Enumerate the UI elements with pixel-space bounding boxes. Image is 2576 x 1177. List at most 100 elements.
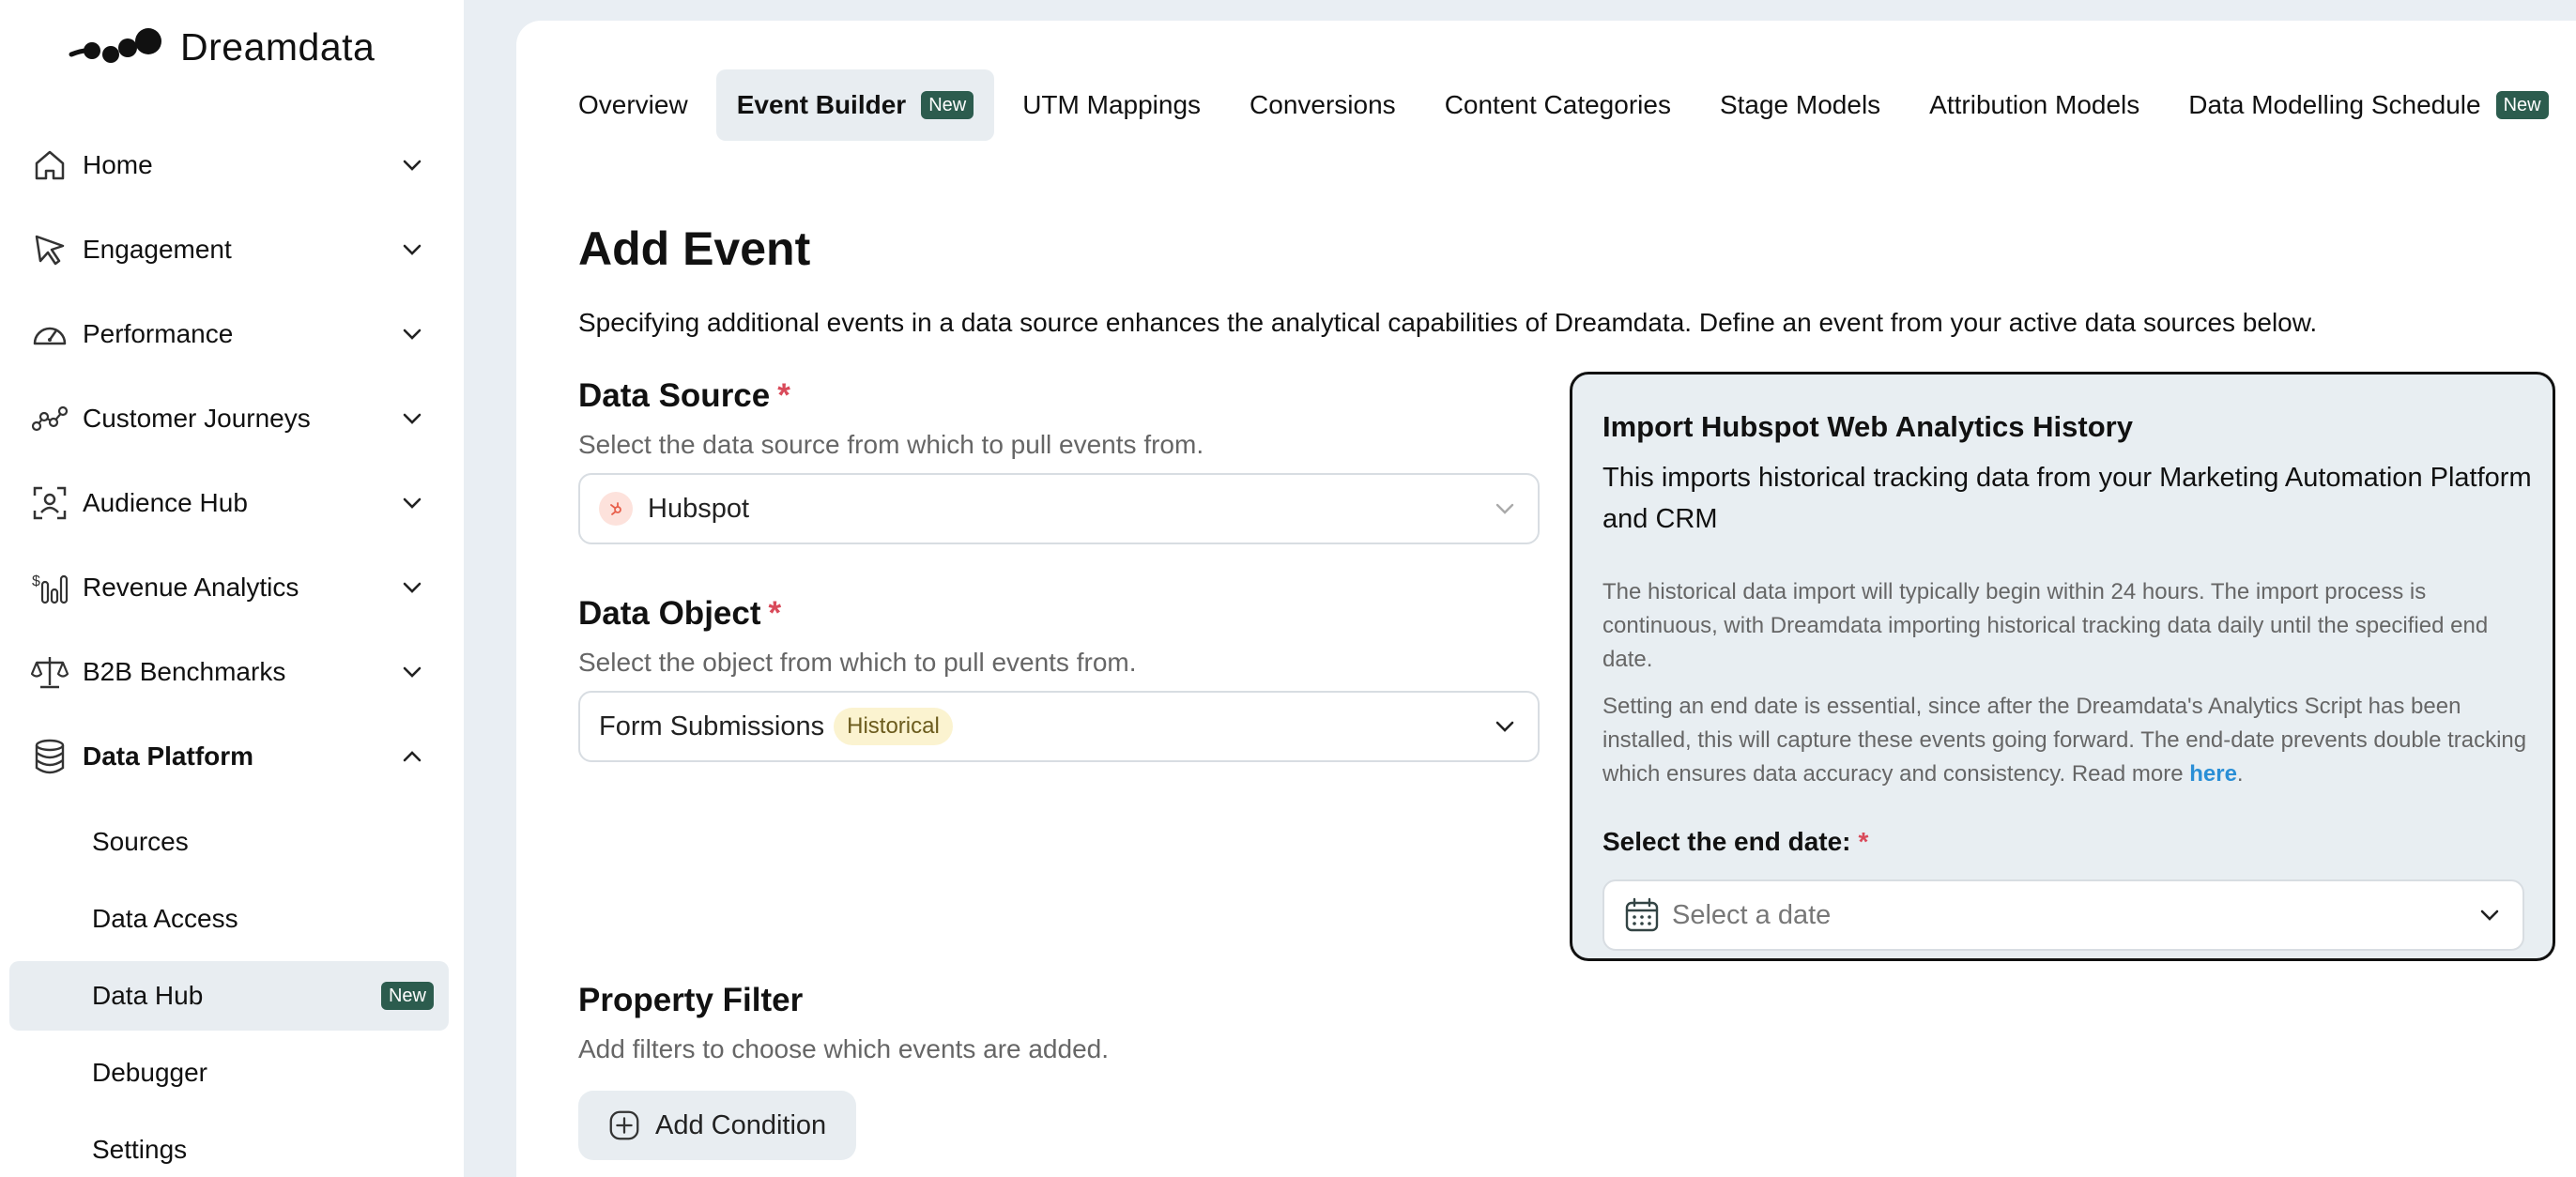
tab-attribution-models[interactable]: Attribution Models <box>1909 69 2160 141</box>
hubspot-icon <box>599 492 633 526</box>
svg-text:$: $ <box>32 573 40 589</box>
property-filter-title: Property Filter <box>578 982 804 1018</box>
sidebar-item-performance[interactable]: Performance <box>30 306 432 362</box>
sidebar-item-revenue-analytics[interactable]: $ Revenue Analytics <box>30 559 432 616</box>
required-marker: * <box>768 595 782 632</box>
data-object-help: Select the object from which to pull eve… <box>578 648 1137 677</box>
required-marker: * <box>1858 827 1869 856</box>
add-condition-label: Add Condition <box>655 1109 827 1140</box>
data-object-value: Form Submissions Historical <box>599 708 1491 745</box>
import-note-text: Setting an end date is essential, since … <box>1602 694 2527 787</box>
sidebar-subitem-debugger[interactable]: Debugger <box>9 1038 449 1108</box>
database-icon <box>30 737 69 776</box>
main-panel: Overview Event Builder New UTM Mappings C… <box>516 21 2576 1177</box>
revenue-icon: $ <box>30 568 69 607</box>
tab-conversions[interactable]: Conversions <box>1229 69 1417 141</box>
sidebar-subitem-label: Debugger <box>92 1058 207 1087</box>
import-subtitle: This imports historical tracking data fr… <box>1602 463 2532 534</box>
sidebar-item-label: Home <box>83 150 153 179</box>
read-more-link[interactable]: here <box>2189 761 2237 787</box>
chevron-down-icon <box>1495 503 1514 514</box>
dreamdata-logo-icon <box>69 28 161 63</box>
chevron-down-icon <box>403 582 422 593</box>
import-description: The historical data import will typicall… <box>1602 579 2489 672</box>
sidebar-item-audience-hub[interactable]: Audience Hub <box>30 475 432 531</box>
import-history-panel: Import Hubspot Web Analytics History Thi… <box>1570 372 2555 961</box>
page-intro: Specifying additional events in a data s… <box>578 308 2318 337</box>
tab-content-categories[interactable]: Content Categories <box>1424 69 1692 141</box>
sidebar-item-label: Performance <box>83 319 234 348</box>
chevron-up-icon <box>403 751 422 762</box>
sidebar-item-b2b-benchmarks[interactable]: B2B Benchmarks <box>30 644 432 700</box>
chevron-down-icon <box>403 160 422 171</box>
chevron-down-icon <box>403 497 422 509</box>
brand-name: Dreamdata <box>180 24 376 69</box>
sidebar-subitem-data-access[interactable]: Data Access <box>9 884 449 954</box>
page-title: Add Event <box>578 222 811 275</box>
data-source-value: Hubspot <box>599 492 1491 526</box>
home-icon <box>30 145 69 185</box>
sidebar: Dreamdata Home Engagement Performance Cu… <box>0 0 464 1177</box>
required-marker: * <box>777 377 790 414</box>
chevron-down-icon <box>403 244 422 255</box>
sidebar-subitem-label: Sources <box>92 827 189 856</box>
data-source-title: Data Source * <box>578 377 790 415</box>
dreamdata-logo[interactable]: Dreamdata <box>68 23 375 71</box>
historical-badge: Historical <box>834 708 953 745</box>
sidebar-item-label: Engagement <box>83 235 232 264</box>
end-date-picker[interactable]: Select a date <box>1602 879 2524 951</box>
data-source-help: Select the data source from which to pul… <box>578 430 1204 459</box>
chevron-down-icon <box>403 413 422 424</box>
field-title-text: Data Object <box>578 595 761 632</box>
chevron-down-icon <box>403 666 422 678</box>
sidebar-item-home[interactable]: Home <box>30 137 432 193</box>
tab-label: Data Modelling Schedule <box>2188 90 2481 119</box>
sidebar-item-label: B2B Benchmarks <box>83 657 286 686</box>
journey-icon <box>30 399 69 438</box>
sidebar-subitem-label: Settings <box>92 1135 188 1164</box>
sidebar-item-label: Data Platform <box>83 741 254 771</box>
chevron-down-icon <box>1495 721 1514 732</box>
data-source-select[interactable]: Hubspot <box>578 473 1540 544</box>
tab-overview[interactable]: Overview <box>558 69 709 141</box>
end-date-label-text: Select the end date: <box>1602 827 1851 856</box>
import-note-suffix: . <box>2236 761 2244 787</box>
tab-data-modelling-schedule[interactable]: Data Modelling Schedule New <box>2168 69 2568 141</box>
tab-bar: Overview Event Builder New UTM Mappings C… <box>558 69 2576 141</box>
sidebar-item-label: Revenue Analytics <box>83 573 299 602</box>
sidebar-subitem-sources[interactable]: Sources <box>9 807 449 877</box>
new-badge: New <box>2495 91 2549 119</box>
date-placeholder: Select a date <box>1672 899 1832 930</box>
plus-circle-icon <box>609 1110 639 1140</box>
gauge-icon <box>30 314 69 354</box>
scale-icon <box>30 652 69 692</box>
sidebar-subitem-data-hub[interactable]: Data Hub New <box>9 961 449 1031</box>
sidebar-item-customer-journeys[interactable]: Customer Journeys <box>30 390 432 447</box>
data-object-title: Data Object * <box>578 595 781 633</box>
sidebar-item-engagement[interactable]: Engagement <box>30 222 432 278</box>
tab-label: Attribution Models <box>1929 90 2140 119</box>
sidebar-subitem-label: Data Hub <box>92 981 204 1010</box>
new-badge: New <box>380 982 434 1010</box>
cursor-icon <box>30 230 69 269</box>
new-badge: New <box>921 91 974 119</box>
data-object-select[interactable]: Form Submissions Historical <box>578 691 1540 762</box>
tab-utm-mappings[interactable]: UTM Mappings <box>1002 69 1221 141</box>
import-end-date-note: Setting an end date is essential, since … <box>1602 690 2532 791</box>
calendar-icon <box>1625 897 1659 932</box>
tab-label: UTM Mappings <box>1022 90 1202 119</box>
sidebar-subitem-settings[interactable]: Settings <box>9 1115 449 1177</box>
sidebar-subitem-label: Data Access <box>92 904 238 933</box>
select-value-text: Form Submissions <box>599 711 825 741</box>
tab-event-builder[interactable]: Event Builder New <box>715 69 995 141</box>
sidebar-item-label: Customer Journeys <box>83 404 311 433</box>
tab-stage-models[interactable]: Stage Models <box>1699 69 1901 141</box>
field-title-text: Data Source <box>578 377 771 414</box>
add-condition-button[interactable]: Add Condition <box>578 1091 856 1160</box>
sidebar-item-label: Audience Hub <box>83 488 248 517</box>
chevron-down-icon <box>2480 910 2499 921</box>
select-value-text: Hubspot <box>648 493 750 524</box>
sidebar-item-data-platform[interactable]: Data Platform <box>30 728 432 785</box>
tab-label: Stage Models <box>1719 90 1881 119</box>
end-date-label: Select the end date: * <box>1602 827 1868 857</box>
